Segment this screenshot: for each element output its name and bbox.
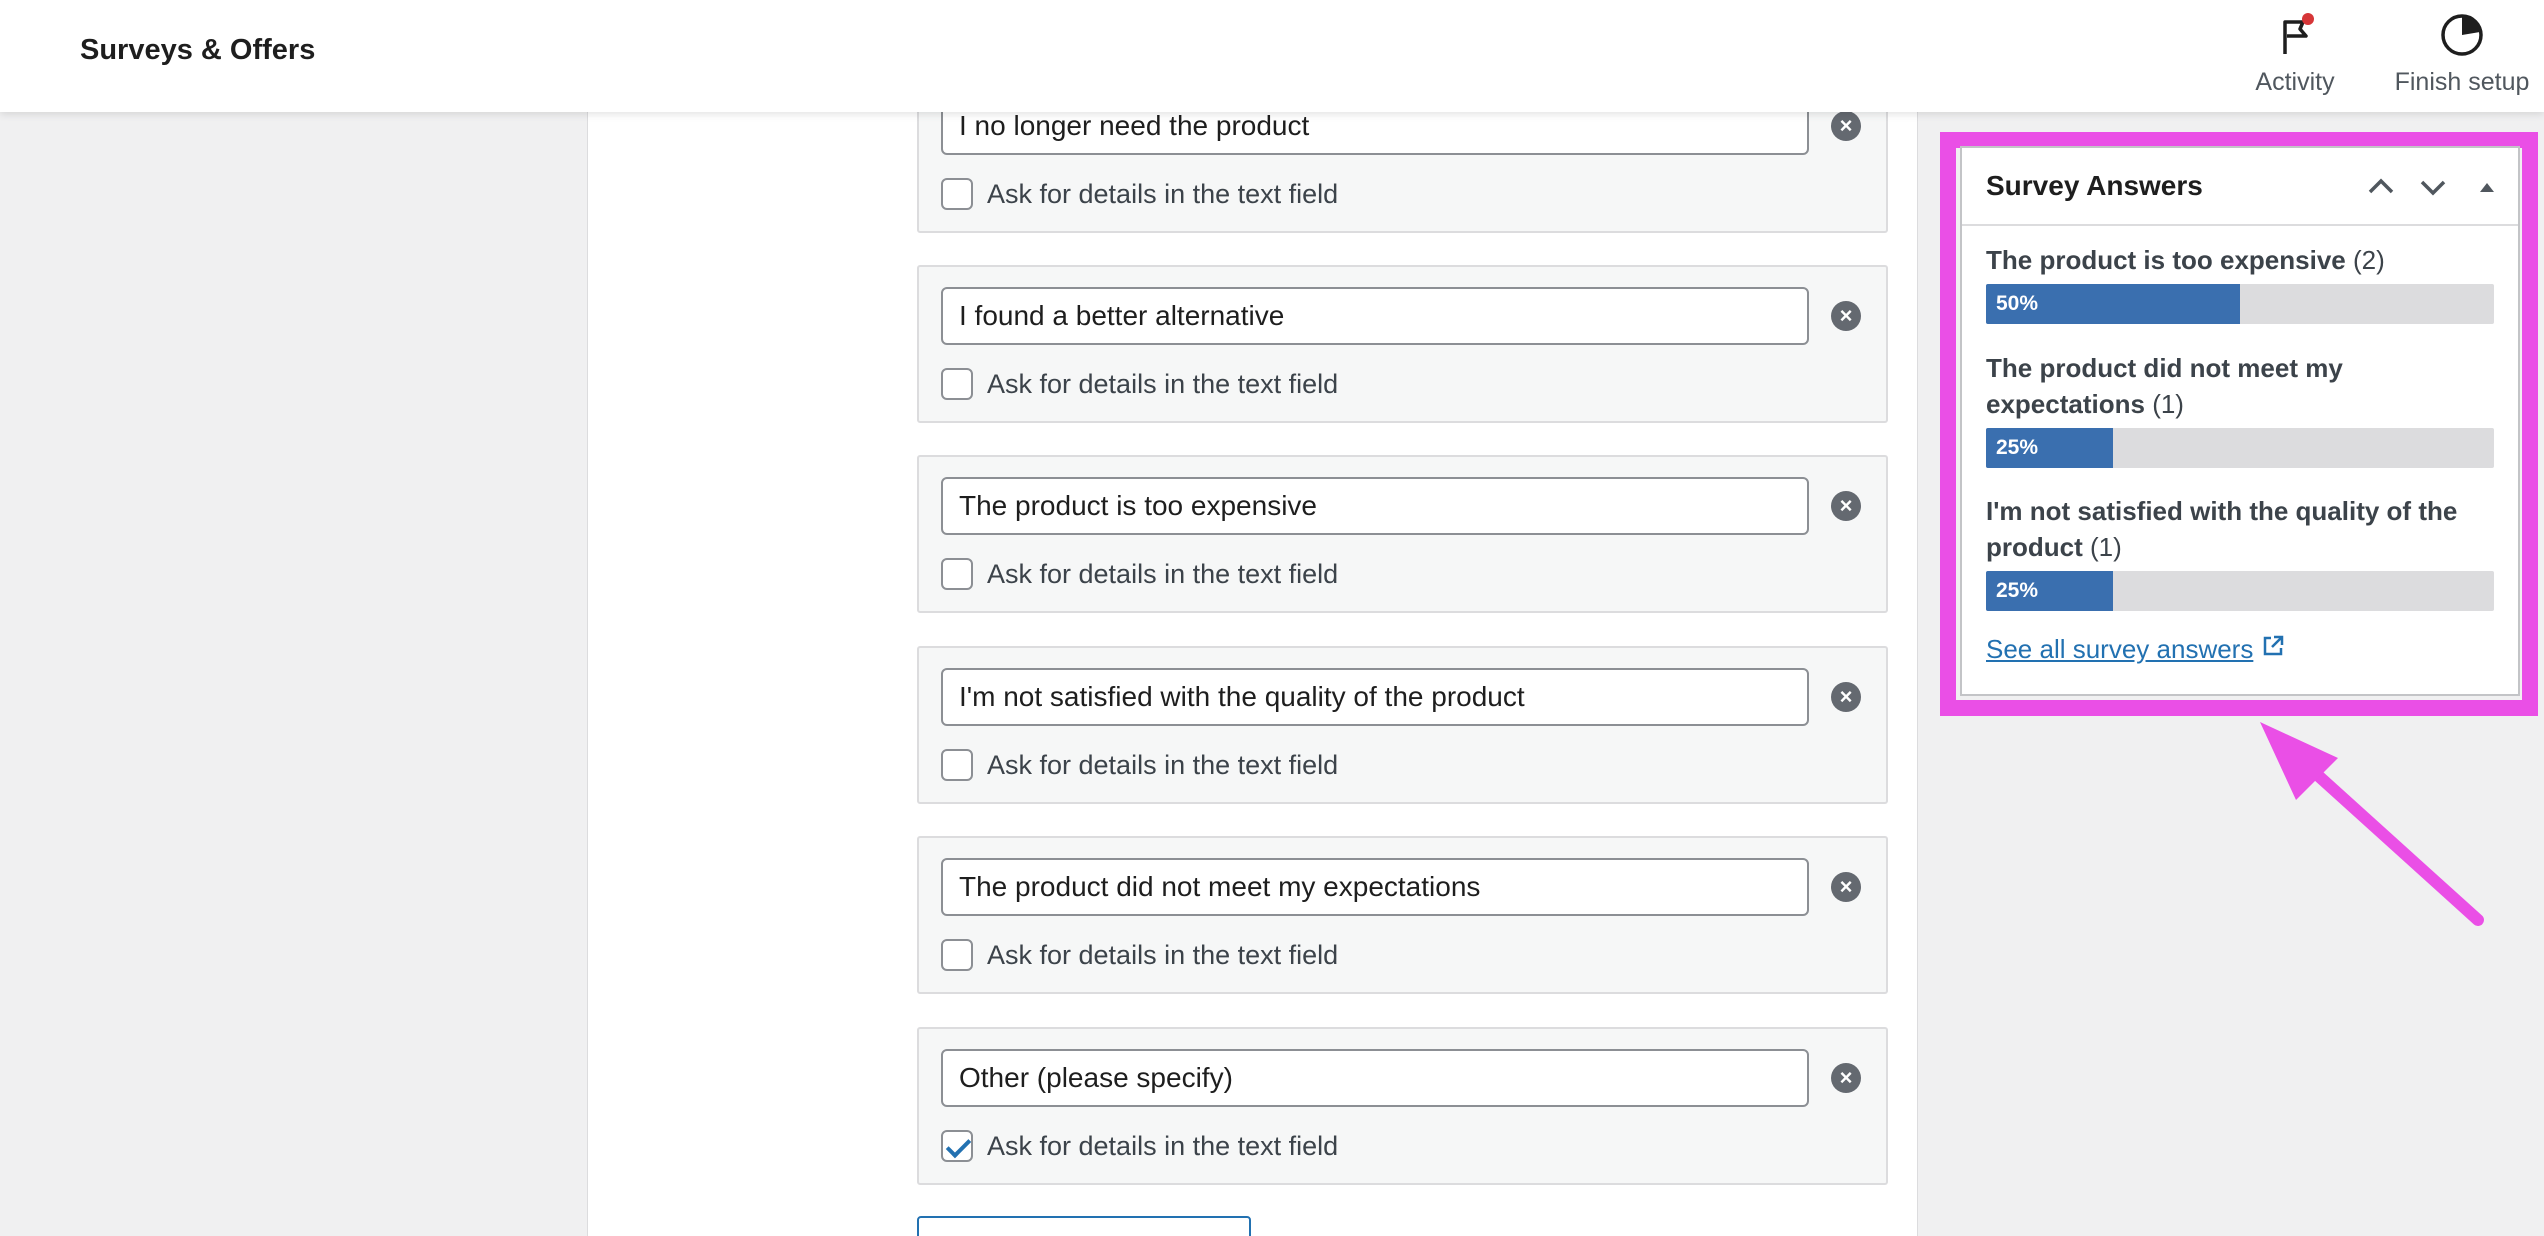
result-label: The product is too expensive (2) [1986,242,2494,278]
remove-answer-button[interactable]: × [1831,872,1861,902]
answer-input[interactable] [941,858,1809,916]
widget-header: Survey Answers [1962,148,2518,226]
answer-card-6: × Ask for details in the text field [917,1027,1888,1185]
close-icon: × [1839,1065,1853,1090]
close-icon: × [1839,684,1853,709]
ask-details-option[interactable]: Ask for details in the text field [941,557,1338,591]
result-label: The product did not meet my expectations… [1986,350,2494,422]
ask-details-label: Ask for details in the text field [987,178,1339,209]
notification-dot [2302,13,2314,25]
finish-setup-label: Finish setup [2394,68,2530,96]
chevron-down-icon[interactable] [2416,170,2450,204]
result-count: (1) [2152,389,2184,419]
answer-input[interactable] [941,668,1809,726]
close-icon: × [1839,303,1853,328]
answer-card-3: × Ask for details in the text field [917,455,1888,613]
result-label: I'm not satisfied with the quality of th… [1986,493,2494,565]
result-count: (2) [2352,245,2385,275]
result-item: The product is too expensive (2) 50% [1986,242,2494,324]
chevron-up-icon[interactable] [2364,170,2398,204]
remove-answer-button[interactable]: × [1831,111,1861,141]
result-bar: 25% [1986,571,2494,611]
remove-answer-button[interactable]: × [1831,301,1861,331]
ask-details-option[interactable]: Ask for details in the text field [941,1129,1338,1163]
ask-details-checkbox[interactable] [941,939,973,971]
result-bar-fill: 25% [1986,571,2113,611]
result-item: The product did not meet my expectations… [1986,350,2494,468]
answer-input[interactable] [941,287,1809,345]
remove-answer-button[interactable]: × [1831,682,1861,712]
ask-details-option[interactable]: Ask for details in the text field [941,177,1338,211]
result-bar: 50% [1986,284,2494,324]
collapse-triangle-icon[interactable] [2470,170,2504,204]
flag-icon [2283,13,2314,54]
ask-details-label: Ask for details in the text field [987,749,1339,780]
ask-details-option[interactable]: Ask for details in the text field [941,367,1338,401]
close-icon: × [1839,874,1853,899]
see-all-answers-label: See all survey answers [1986,634,2254,664]
survey-answers-widget: Survey Answers The product is too expens… [1960,146,2520,696]
see-all-answers-link[interactable]: See all survey answers [1986,634,2285,665]
ask-details-checkbox[interactable] [941,178,973,210]
remove-answer-button[interactable]: × [1831,1063,1861,1093]
ask-details-label: Ask for details in the text field [987,1130,1339,1161]
result-count: (1) [2090,532,2122,562]
activity-button[interactable]: Activity [2250,10,2340,100]
ask-details-checkbox[interactable] [941,558,973,590]
ask-details-checkbox[interactable] [941,749,973,781]
ask-details-checkbox[interactable] [941,368,973,400]
finish-setup-button[interactable]: Finish setup [2386,10,2538,100]
ask-details-label: Ask for details in the text field [987,558,1339,589]
result-question: The product is too expensive [1986,245,2346,275]
close-icon: × [1839,113,1853,138]
result-question: I'm not satisfied with the quality of th… [1986,496,2458,562]
ask-details-label: Ask for details in the text field [987,368,1339,399]
answer-input[interactable] [941,1049,1809,1107]
ask-details-label: Ask for details in the text field [987,939,1339,970]
ask-details-option[interactable]: Ask for details in the text field [941,748,1338,782]
close-icon: × [1839,493,1853,518]
annotation-arrow-icon [2260,722,2484,926]
answer-card-5: × Ask for details in the text field [917,836,1888,994]
answer-input[interactable] [941,477,1809,535]
activity-label: Activity [2255,68,2335,96]
add-answer-button[interactable] [917,1216,1251,1236]
answer-card-2: × Ask for details in the text field [917,265,1888,423]
top-header-bar: Surveys & Offers Activity Finish setup [0,0,2544,112]
external-link-icon [2264,635,2284,655]
ask-details-checkbox-checked[interactable] [941,1130,973,1162]
progress-circle-icon [2441,14,2483,56]
ask-details-option[interactable]: Ask for details in the text field [941,938,1338,972]
answer-card-4: × Ask for details in the text field [917,646,1888,804]
result-bar-fill: 25% [1986,428,2113,468]
result-bar-fill: 50% [1986,284,2240,324]
widget-title: Survey Answers [1986,170,2203,201]
page-title: Surveys & Offers [80,34,316,66]
remove-answer-button[interactable]: × [1831,491,1861,521]
result-item: I'm not satisfied with the quality of th… [1986,493,2494,611]
result-bar: 25% [1986,428,2494,468]
